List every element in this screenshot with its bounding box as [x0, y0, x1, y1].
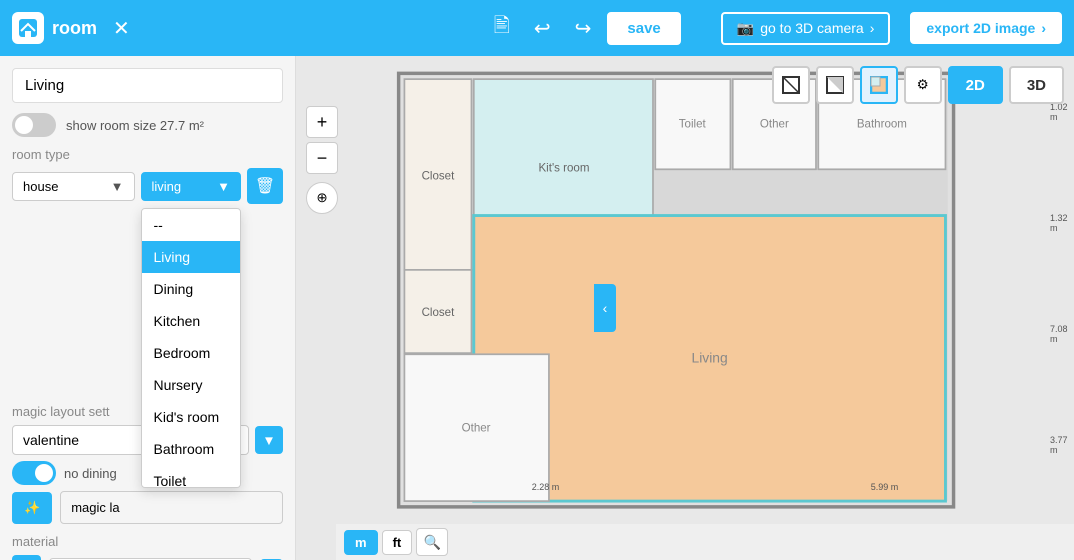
- svg-text:Closet: Closet: [422, 307, 456, 319]
- export-button[interactable]: export 2D image ›: [910, 12, 1062, 44]
- close-icon[interactable]: ✕: [113, 16, 130, 41]
- undo-button[interactable]: ↩: [526, 12, 559, 45]
- left-panel: show room size 27.7 m² room type house ▼…: [0, 56, 296, 560]
- zoom-controls: + − ⊕: [306, 106, 338, 214]
- bottom-bar: m ft 🔍: [336, 524, 1074, 560]
- chevron-right-icon: ›: [870, 20, 875, 36]
- room-type-row: house ▼ living ▼ -- Living Dining Kitche…: [12, 168, 283, 204]
- svg-text:Kit's room: Kit's room: [538, 163, 589, 175]
- svg-text:Toilet: Toilet: [679, 119, 707, 131]
- svg-text:Living: Living: [692, 349, 728, 365]
- brand-name: room: [52, 18, 97, 39]
- view-mode-filled-button[interactable]: [860, 66, 898, 104]
- floor-plan: Closet Kit's room Toilet Other Bathroom …: [336, 56, 1074, 530]
- search-icon: 🔍: [424, 534, 441, 551]
- living-select[interactable]: living ▼: [141, 172, 242, 201]
- dropdown-item-bathroom[interactable]: Bathroom: [142, 433, 241, 465]
- show-room-size-label: show room size 27.7 m²: [66, 118, 204, 133]
- dropdown-item-kitchen[interactable]: Kitchen: [142, 305, 241, 337]
- settings-button[interactable]: ⚙: [904, 66, 942, 104]
- dropdown-item-nursery[interactable]: Nursery: [142, 369, 241, 401]
- dropdown-item-living[interactable]: Living: [142, 241, 241, 273]
- save-button[interactable]: save: [607, 12, 680, 45]
- material-row: ›: [12, 555, 283, 560]
- zoom-in-button[interactable]: +: [306, 106, 338, 138]
- dropdown-item-dining[interactable]: Dining: [142, 273, 241, 305]
- svg-text:Closet: Closet: [422, 171, 456, 183]
- house-select[interactable]: house ▼: [12, 172, 135, 201]
- compass-button[interactable]: ⊕: [306, 182, 338, 214]
- show-room-size-toggle[interactable]: [12, 113, 56, 137]
- search-button[interactable]: 🔍: [416, 528, 448, 556]
- toolbar: room ✕ 🖹 ↩ ↪ save 📷 go to 3D camera › ex…: [0, 0, 1074, 56]
- room-name-input[interactable]: [12, 68, 283, 103]
- magic-btn-row: ✨ magic la: [12, 491, 283, 524]
- svg-text:Other: Other: [462, 423, 491, 435]
- unit-feet-button[interactable]: ft: [382, 530, 413, 555]
- 2d-mode-button[interactable]: 2D: [948, 66, 1003, 104]
- dropdown-item-kids-room[interactable]: Kid's room: [142, 401, 241, 433]
- go-to-3d-button[interactable]: 📷 go to 3D camera ›: [721, 12, 891, 45]
- magic-icon-button[interactable]: ✨: [12, 492, 52, 524]
- main-area: show room size 27.7 m² room type house ▼…: [0, 56, 1074, 560]
- brand: room: [12, 12, 97, 44]
- magic-expand-button[interactable]: ▼: [255, 426, 283, 454]
- canvas-area: ‹ ⚙ 2D 3D + − ⊕: [296, 56, 1074, 560]
- svg-text:Bathroom: Bathroom: [857, 119, 907, 131]
- living-dropdown-arrow: ▼: [217, 179, 230, 194]
- brand-icon: [12, 12, 44, 44]
- panel-collapse-button[interactable]: ‹: [594, 284, 616, 332]
- svg-text:Other: Other: [760, 119, 789, 131]
- no-dining-toggle[interactable]: [12, 461, 56, 485]
- no-dining-label: no dining: [64, 466, 117, 481]
- ruler-right: 1.02 m 1.32 m 7.08 m 3.77 m: [1050, 56, 1068, 500]
- view-mode-split-button[interactable]: [816, 66, 854, 104]
- 3d-mode-button[interactable]: 3D: [1009, 66, 1064, 104]
- canvas-top-controls: ⚙ 2D 3D: [772, 66, 1064, 104]
- material-color-button[interactable]: [12, 555, 41, 560]
- floorplan-svg[interactable]: Closet Kit's room Toilet Other Bathroom …: [336, 56, 1074, 530]
- room-type-label: room type: [12, 147, 283, 162]
- dropdown-item-toilet[interactable]: Toilet: [142, 465, 241, 488]
- magic-label-text: magic la: [60, 491, 283, 524]
- dropdown-item-blank[interactable]: --: [142, 209, 241, 241]
- living-dropdown-container: living ▼ -- Living Dining Kitchen Bedroo…: [141, 172, 242, 201]
- living-dropdown-list: -- Living Dining Kitchen Bedroom Nursery…: [141, 208, 242, 488]
- material-section: material ›: [12, 534, 283, 560]
- material-label: material: [12, 534, 283, 549]
- delete-room-button[interactable]: 🗑: [247, 168, 283, 204]
- export-chevron-icon: ›: [1041, 20, 1046, 36]
- zoom-out-button[interactable]: −: [306, 142, 338, 174]
- house-dropdown-arrow: ▼: [111, 179, 124, 194]
- ruler-bottom: 2.28 m 5.99 m: [376, 480, 1054, 494]
- redo-button[interactable]: ↪: [567, 12, 600, 45]
- dropdown-item-bedroom[interactable]: Bedroom: [142, 337, 241, 369]
- view-mode-outline-button[interactable]: [772, 66, 810, 104]
- camera-icon: 📷: [737, 20, 754, 37]
- new-file-button[interactable]: 🖹: [486, 7, 518, 49]
- show-room-size-row: show room size 27.7 m²: [12, 113, 283, 137]
- unit-meters-button[interactable]: m: [344, 530, 378, 555]
